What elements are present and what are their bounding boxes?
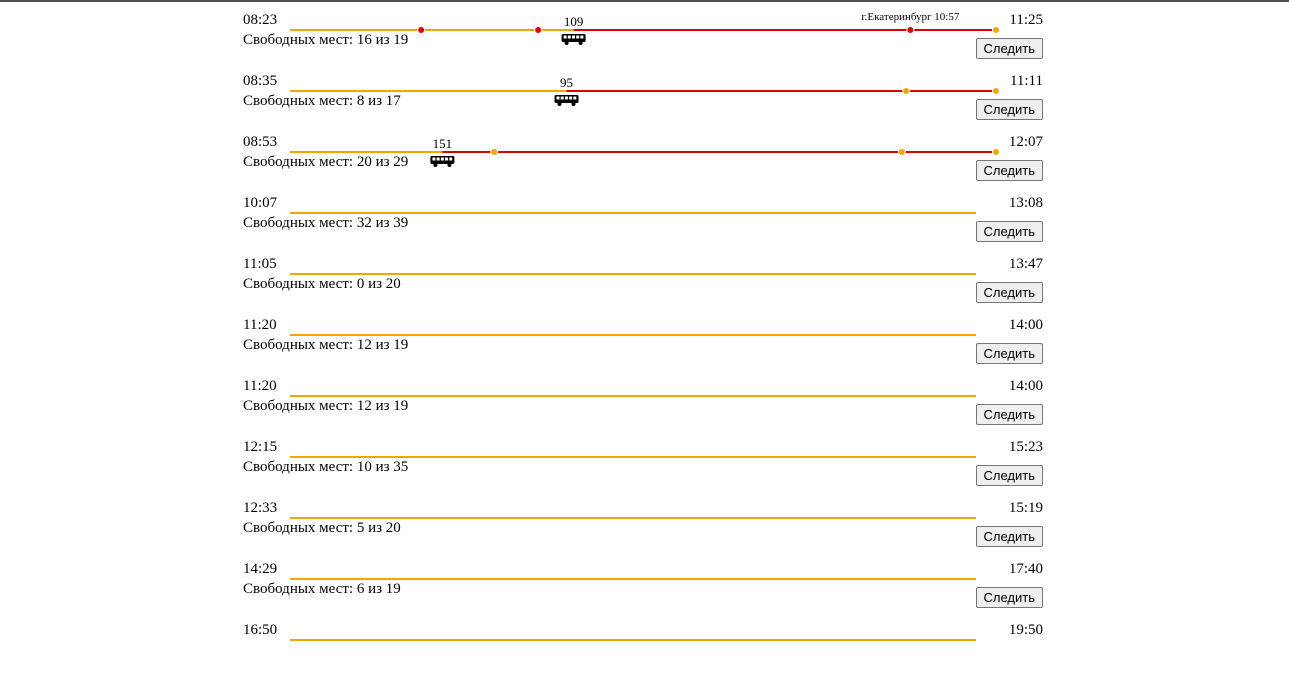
departure-time: 11:05 [243,256,277,272]
stop-dot [993,149,999,155]
departure-time: 14:29 [243,561,278,577]
route-track [290,639,976,641]
stop-dot [907,27,914,33]
stop-dot [993,88,999,94]
arrival-time: 14:00 [1008,378,1043,394]
route-track [290,212,976,214]
departure-time: 08:35 [243,73,278,89]
departure-time: 08:23 [243,12,278,28]
route-track: 95 [290,75,1000,106]
stop-dot [898,149,905,155]
stop-label: г.Екатеринбург 10:57 [861,11,959,23]
follow-button[interactable]: Следить [975,282,1043,303]
arrival-time: 12:07 [1008,134,1043,150]
follow-button[interactable]: Следить [975,99,1043,120]
arrival-time: 13:08 [1008,195,1043,211]
follow-button[interactable]: Следить [975,404,1043,425]
departure-time: 08:53 [243,134,278,150]
departure-time: 12:33 [243,500,278,516]
trip-row: 10:07 13:08 Свободных мест: 32 из 39 Следит… [243,192,1043,253]
trip-row: 08:23 11:25 Свободных мест: 16 из 19 Следит… [243,9,1043,70]
stop-dot [491,149,498,155]
route-track [290,456,976,458]
arrival-time: 15:19 [1008,500,1043,516]
bus-number: 151 [433,136,453,151]
arrival-time: 17:40 [1008,561,1043,577]
window-top-border [0,0,1289,2]
follow-button[interactable]: Следить [975,343,1043,364]
route-track [290,334,976,336]
route-track [290,395,976,397]
departure-time: 10:07 [243,195,278,211]
arrival-time: 11:11 [1009,73,1043,89]
trip-row: 12:33 15:19 Свободных мест: 5 из 20 Следить [243,497,1043,558]
bus-number: 95 [560,75,573,90]
bus-number: 109 [564,14,584,29]
trip-row: 11:20 14:00 Свободных мест: 12 из 19 Следит… [243,314,1043,375]
arrival-time: 11:25 [1009,12,1043,28]
trip-row: 08:35 11:11 Свободных мест: 8 из 17 Следить… [243,70,1043,131]
follow-button[interactable]: Следить [975,526,1043,547]
trip-row: 08:53 12:07 Свободных мест: 20 из 29 Следит… [243,131,1043,192]
route-track [290,517,976,519]
route-track [290,578,976,580]
trip-row: 12:15 15:23 Свободных мест: 10 из 35 Следит… [243,436,1043,497]
stop-dot [418,27,425,33]
trip-row: 11:05 13:47 Свободных мест: 0 из 20 Следить [243,253,1043,314]
follow-button[interactable]: Следить [975,587,1043,608]
departure-time: 16:50 [243,622,278,638]
arrival-time: 14:00 [1008,317,1043,333]
departure-time: 11:20 [243,378,277,394]
arrival-time: 19:50 [1008,622,1043,638]
stop-dot [903,88,910,94]
trip-row: 14:29 17:40 Свободных мест: 6 из 19 Следить [243,558,1043,619]
bus-icon [561,34,586,45]
departure-time: 12:15 [243,439,278,455]
follow-button[interactable]: Следить [975,465,1043,486]
arrival-time: 13:47 [1008,256,1043,272]
stop-dot [535,27,542,33]
follow-button[interactable]: Следить [975,160,1043,181]
bus-icon [430,156,455,167]
route-track [290,273,976,275]
follow-button[interactable]: Следить [975,221,1043,242]
bus-icon [554,95,579,106]
trip-row: 16:50 19:50 [243,619,1043,680]
route-track: 151 [290,136,1000,167]
arrival-time: 15:23 [1008,439,1043,455]
follow-button[interactable]: Следить [975,38,1043,59]
trip-row: 11:20 14:00 Свободных мест: 12 из 19 Следит… [243,375,1043,436]
stop-dot [993,27,999,33]
departure-time: 11:20 [243,317,277,333]
route-track: г.Екатеринбург 10:57 109 [290,11,1000,45]
